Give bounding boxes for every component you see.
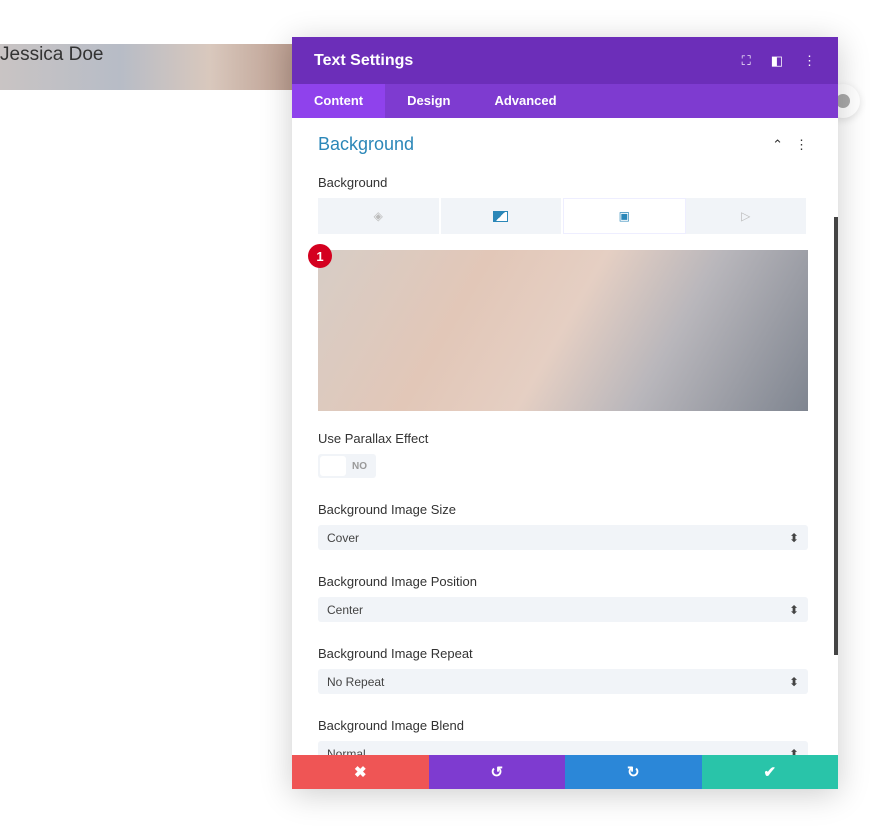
select-label: Background Image Position: [318, 574, 477, 589]
globe-icon: [836, 94, 850, 108]
module-preview: Jessica Doe: [0, 44, 300, 90]
more-options-icon[interactable]: ⋮: [803, 53, 816, 69]
select-value: Cover: [327, 530, 360, 545]
image-position-select[interactable]: Center ⬍: [318, 597, 808, 622]
select-label: Background Image Size: [318, 502, 457, 517]
select-arrows-icon: ⬍: [788, 530, 799, 545]
paint-bucket-icon: ◈: [373, 209, 383, 223]
split-view-icon[interactable]: ◧: [771, 53, 783, 69]
select-arrows-icon: ⬍: [788, 602, 799, 617]
tab-advanced[interactable]: Advanced: [472, 84, 578, 118]
modal-header: Text Settings ⛶ ◧ ⋮: [292, 37, 838, 84]
select-label: Background Image Repeat: [318, 646, 473, 661]
parallax-toggle[interactable]: NO: [318, 454, 376, 478]
person-name: Jessica Doe: [0, 44, 104, 65]
tab-content[interactable]: Content: [292, 84, 386, 118]
background-label: Background: [318, 175, 388, 190]
modal-footer: ✖ ↺ ↻ ✔: [292, 755, 838, 789]
select-arrows-icon: ⬍: [788, 674, 799, 689]
video-icon: ▷: [741, 209, 751, 223]
bg-image-tab[interactable]: ▣: [563, 198, 686, 234]
fullscreen-icon[interactable]: ⛶: [742, 53, 751, 69]
scrollbar[interactable]: [834, 217, 838, 655]
section-more-icon[interactable]: ⋮: [795, 137, 808, 153]
step-badge: 1: [308, 244, 332, 268]
section-title[interactable]: Background: [318, 134, 414, 155]
image-size-select[interactable]: Cover ⬍: [318, 525, 808, 550]
tab-design[interactable]: Design: [385, 84, 472, 118]
toggle-state: NO: [352, 460, 367, 472]
select-value: No Repeat: [327, 674, 385, 689]
modal-title: Text Settings: [314, 51, 414, 69]
background-type-tabs: ◈ ▣ ▷: [318, 198, 808, 234]
save-button[interactable]: ✔: [701, 755, 838, 789]
image-icon: ▣: [618, 209, 630, 223]
modal-tabs: Content Design Advanced: [292, 84, 838, 118]
select-value: Center: [327, 602, 364, 617]
redo-button[interactable]: ↻: [565, 755, 702, 789]
select-label: Background Image Blend: [318, 718, 464, 733]
settings-modal: Text Settings ⛶ ◧ ⋮ Content Design Advan…: [292, 37, 838, 789]
gradient-icon: [493, 210, 509, 222]
bg-color-tab[interactable]: ◈: [318, 198, 441, 234]
bg-gradient-tab[interactable]: [441, 198, 563, 234]
undo-button[interactable]: ↺: [428, 755, 565, 789]
parallax-label: Use Parallax Effect: [318, 431, 429, 446]
cancel-button[interactable]: ✖: [292, 755, 429, 789]
image-repeat-select[interactable]: No Repeat ⬍: [318, 669, 808, 694]
background-image-preview[interactable]: 1: [308, 244, 808, 411]
bg-video-tab[interactable]: ▷: [686, 198, 808, 234]
chevron-up-icon[interactable]: ⌃: [772, 137, 783, 153]
